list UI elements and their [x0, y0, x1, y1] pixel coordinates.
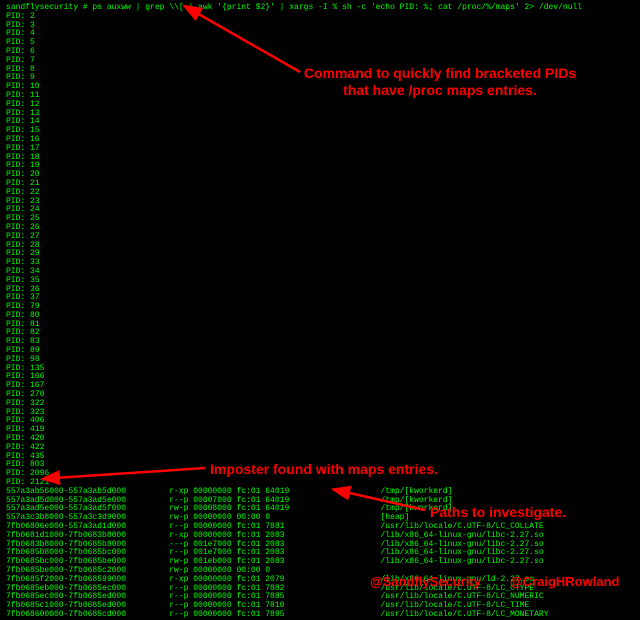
pid-line: PID: 2096 [6, 470, 634, 479]
pid-line: PID: 18 [6, 154, 634, 163]
pid-line: PID: 25 [6, 215, 634, 224]
shell-command: ps auxww | grep \\[ | awk '{print $2}' |… [92, 3, 582, 12]
pid-line: PID: 13 [6, 110, 634, 119]
pid-line: PID: 29 [6, 250, 634, 259]
pid-line: PID: 270 [6, 391, 634, 400]
pid-line: PID: 167 [6, 382, 634, 391]
pid-line: PID: 803 [6, 461, 634, 470]
pid-line: PID: 28 [6, 242, 634, 251]
command-line: sandflysecurity # ps auxww | grep \\[ | … [6, 4, 634, 13]
pid-line: PID: 12 [6, 101, 634, 110]
pid-line: PID: 19 [6, 162, 634, 171]
pid-line: PID: 83 [6, 338, 634, 347]
pid-line: PID: 10 [6, 83, 634, 92]
pid-line: PID: 27 [6, 233, 634, 242]
pid-line: PID: 20 [6, 171, 634, 180]
pid-line: PID: 8 [6, 66, 634, 75]
maps-row: 7fb0685ec000-7fb0685ed000 r--p 00000000 … [6, 593, 634, 602]
pid-line: PID: 419 [6, 426, 634, 435]
pid-line: PID: 11 [6, 92, 634, 101]
pid-line: PID: 98 [6, 356, 634, 365]
pid-line: PID: 15 [6, 127, 634, 136]
pid-line: PID: 89 [6, 347, 634, 356]
pid-line: PID: 34 [6, 268, 634, 277]
pid-line: PID: 35 [6, 277, 634, 286]
watermark-sandfly: @SandflySecurity [370, 575, 481, 589]
pid-line: PID: 82 [6, 329, 634, 338]
pid-line: PID: 323 [6, 409, 634, 418]
pid-line: PID: 9 [6, 74, 634, 83]
pid-line: PID: 420 [6, 435, 634, 444]
pid-list: PID: 2PID: 3PID: 4PID: 5PID: 6PID: 7PID:… [6, 13, 634, 479]
pid-line: PID: 166 [6, 373, 634, 382]
pid-line: PID: 406 [6, 417, 634, 426]
maps-row: 7fb068600000-7fb0685cd000 r--p 00000000 … [6, 611, 634, 620]
pid-line: PID: 2 [6, 13, 634, 22]
pid-line: PID: 4 [6, 30, 634, 39]
pid-line: PID: 14 [6, 118, 634, 127]
pid-line: PID: 322 [6, 400, 634, 409]
maps-list: 557a3ab56000-557a3ab5d000 r-xp 00000000 … [6, 488, 634, 620]
pid-line: PID: 22 [6, 189, 634, 198]
pid-line: PID: 135 [6, 365, 634, 374]
pid-line: PID: 23 [6, 198, 634, 207]
watermark-craig: @CraigHRowland [510, 575, 619, 589]
pid-line: PID: 26 [6, 224, 634, 233]
shell-prompt: sandflysecurity # [6, 3, 92, 12]
pid-line: PID: 80 [6, 312, 634, 321]
pid-line: PID: 37 [6, 294, 634, 303]
terminal-output: sandflysecurity # ps auxww | grep \\[ | … [6, 4, 634, 620]
pid-line: PID: 6 [6, 48, 634, 57]
pid-line: PID: 79 [6, 303, 634, 312]
pid-line: PID: 21 [6, 180, 634, 189]
pid-line: PID: 16 [6, 136, 634, 145]
pid-line: PID: 17 [6, 145, 634, 154]
maps-row: 7fb0685c1000-7fb0685ed000 r--p 00000000 … [6, 602, 634, 611]
pid-line: PID: 3 [6, 22, 634, 31]
pid-line: PID: 36 [6, 286, 634, 295]
pid-line: PID: 422 [6, 444, 634, 453]
pid-line: PID: 81 [6, 321, 634, 330]
pid-line: PID: 33 [6, 259, 634, 268]
pid-line: PID: 7 [6, 57, 634, 66]
pid-line: PID: 5 [6, 39, 634, 48]
pid-line: PID: 24 [6, 206, 634, 215]
pid-line: PID: 435 [6, 453, 634, 462]
